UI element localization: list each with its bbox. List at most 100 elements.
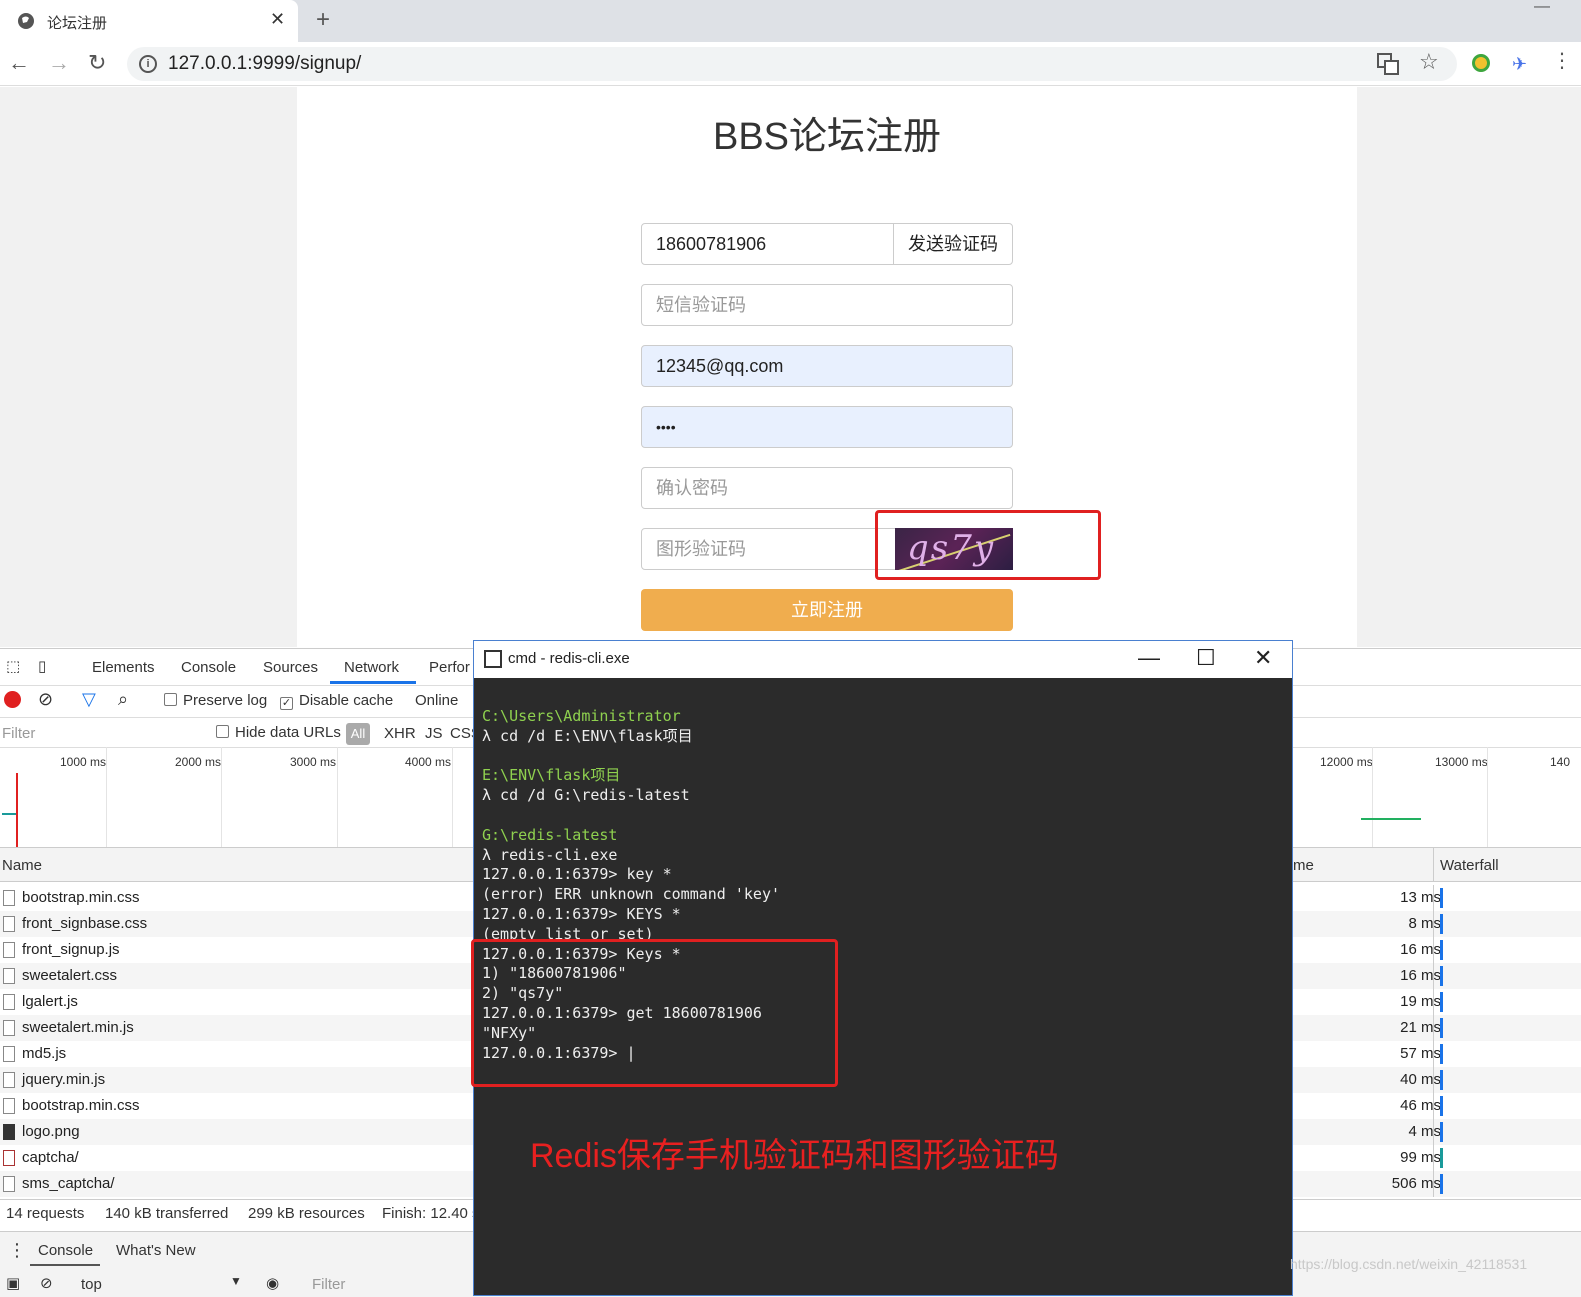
context-select[interactable]: top <box>81 1276 102 1293</box>
request-time: 19 ms <box>1400 993 1441 1010</box>
console-filter-input[interactable]: Filter <box>312 1276 345 1293</box>
load-marker <box>16 773 18 847</box>
confirm-password-input[interactable]: 确认密码 <box>641 467 1013 509</box>
terminal-line: (error) ERR unknown command 'key' <box>482 885 781 904</box>
annotation-text: Redis保存手机验证码和图形验证码 <box>530 1137 1059 1175</box>
globe-icon <box>18 13 34 29</box>
device-toggle-icon[interactable]: ▯ <box>38 657 46 675</box>
email-input[interactable]: 12345@qq.com <box>641 345 1013 387</box>
highlight-box-captcha <box>875 510 1101 580</box>
inspect-icon[interactable]: ⬚ <box>6 657 20 675</box>
file-icon <box>3 916 15 932</box>
filter-all[interactable]: All <box>346 723 370 745</box>
divider <box>1433 848 1434 882</box>
drawer-menu-icon[interactable]: ⋮ <box>8 1240 26 1261</box>
translate-icon[interactable] <box>1377 53 1399 75</box>
disable-cache-checkbox[interactable]: ✓ Disable cache <box>280 692 393 710</box>
minimize-window-icon[interactable]: — <box>1534 0 1550 16</box>
bookmark-star-icon[interactable]: ☆ <box>1419 49 1439 75</box>
file-icon <box>3 994 15 1010</box>
column-waterfall[interactable]: Waterfall <box>1440 857 1499 874</box>
request-time: 4 ms <box>1408 1123 1441 1140</box>
gridline <box>337 747 338 847</box>
disable-cache-label: Disable cache <box>299 692 394 709</box>
active-tab-indicator <box>30 1264 100 1266</box>
request-name: logo.png <box>22 1123 80 1140</box>
waterfall-bar <box>1440 1044 1443 1064</box>
new-tab-icon[interactable]: + <box>316 6 330 34</box>
password-input[interactable]: •••• <box>641 406 1013 448</box>
image-file-icon <box>3 1150 15 1166</box>
request-name: captcha/ <box>22 1149 79 1166</box>
drawer-tab-whats-new[interactable]: What's New <box>116 1242 196 1259</box>
gridline <box>1372 747 1373 847</box>
request-time: 8 ms <box>1408 915 1441 932</box>
sms-code-input[interactable]: 短信验证码 <box>641 284 1013 326</box>
filter-js[interactable]: JS <box>425 725 443 742</box>
terminal-line: G:\redis-latest <box>482 825 618 844</box>
extension-icon[interactable] <box>1472 54 1490 72</box>
waterfall-bar <box>1440 1174 1443 1194</box>
file-icon <box>3 968 15 984</box>
filter-icon[interactable]: ▽ <box>82 689 96 710</box>
terminal-line: C:\Users\Administrator <box>482 707 681 725</box>
cmd-title: cmd - redis-cli.exe <box>508 650 630 667</box>
record-icon[interactable] <box>4 691 21 708</box>
eye-icon[interactable]: ◉ <box>266 1274 279 1292</box>
back-icon[interactable]: ← <box>8 50 30 76</box>
reload-icon[interactable]: ↻ <box>88 50 106 76</box>
drawer-tab-console[interactable]: Console <box>38 1242 93 1259</box>
gridline <box>221 747 222 847</box>
tab-elements[interactable]: Elements <box>92 659 155 676</box>
column-name[interactable]: Name <box>2 857 42 874</box>
clear-icon[interactable]: ⊘ <box>38 689 53 710</box>
maximize-icon[interactable]: ☐ <box>1196 645 1216 671</box>
request-count: 14 requests <box>6 1205 85 1222</box>
terminal-line: λ cd /d G:\redis-latest <box>482 786 690 805</box>
tab-strip: 论坛注册 ✕ + — <box>0 0 1581 42</box>
waterfall-bar <box>1440 914 1443 934</box>
tick-label: 2000 ms <box>175 755 222 769</box>
terminal-line: E:\ENV\flask项目 <box>482 766 621 785</box>
tab-performance[interactable]: Perfor <box>429 659 470 676</box>
resources-size: 299 kB resources <box>248 1205 365 1222</box>
close-tab-icon[interactable]: ✕ <box>270 9 285 30</box>
extension-arrow-icon[interactable]: ✈ <box>1512 54 1532 74</box>
phone-input[interactable]: 18600781906 <box>641 223 895 265</box>
request-time: 16 ms <box>1400 941 1441 958</box>
browser-tab[interactable]: 论坛注册 ✕ <box>0 0 298 42</box>
terminal-line: λ cd /d E:\ENV\flask项目 <box>482 726 693 745</box>
throttling-select[interactable]: Online <box>415 692 458 709</box>
signup-container: BBS论坛注册 18600781906 发送验证码 短信验证码 12345@qq… <box>297 87 1357 647</box>
close-icon[interactable]: ✕ <box>1254 645 1272 671</box>
file-icon <box>3 1046 15 1062</box>
filter-xhr[interactable]: XHR <box>384 725 416 742</box>
column-time[interactable]: me <box>1293 857 1314 874</box>
image-file-icon <box>3 1124 15 1140</box>
tab-console[interactable]: Console <box>181 659 236 676</box>
sidebar-toggle-icon[interactable]: ▣ <box>6 1274 20 1292</box>
search-icon[interactable]: ⌕ <box>118 689 128 710</box>
file-icon <box>3 1072 15 1088</box>
gridline <box>106 747 107 847</box>
preserve-log-checkbox[interactable]: Preserve log <box>164 692 267 709</box>
forward-icon[interactable]: → <box>48 50 70 76</box>
file-icon <box>3 890 15 906</box>
cmd-titlebar[interactable]: cmd - redis-cli.exe — ☐ ✕ <box>474 641 1292 678</box>
request-name: jquery.min.js <box>22 1071 106 1088</box>
tab-sources[interactable]: Sources <box>263 659 318 676</box>
clear-console-icon[interactable]: ⊘ <box>40 1274 53 1292</box>
tab-network[interactable]: Network <box>344 659 399 676</box>
browser-menu-icon[interactable]: ⋮ <box>1552 48 1572 73</box>
file-icon <box>3 1098 15 1114</box>
minimize-icon[interactable]: — <box>1138 645 1160 671</box>
filter-input[interactable]: Filter <box>2 725 35 742</box>
address-bar[interactable]: i 127.0.0.1:9999/signup/ ☆ <box>127 47 1457 81</box>
timeline-bar <box>1361 818 1421 820</box>
waterfall-bar <box>1440 966 1443 986</box>
site-info-icon[interactable]: i <box>139 55 157 73</box>
submit-button[interactable]: 立即注册 <box>641 589 1013 631</box>
send-sms-button[interactable]: 发送验证码 <box>893 223 1013 265</box>
hide-data-urls-checkbox[interactable]: Hide data URLs <box>216 724 341 741</box>
